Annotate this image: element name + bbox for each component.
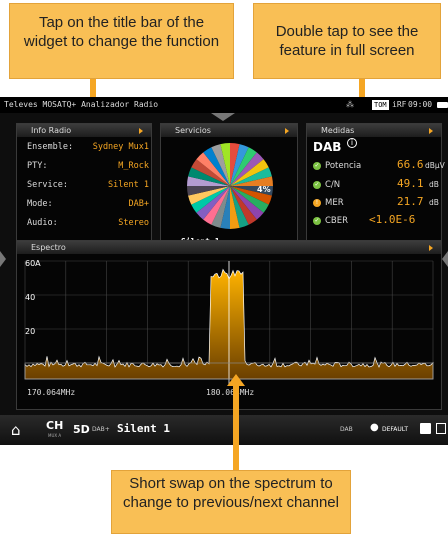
- measure-name: C/N: [325, 180, 341, 190]
- medidas-title-bar[interactable]: Medidas: [307, 124, 441, 137]
- percent-label: 4%: [257, 185, 271, 194]
- callout-title-bar: Tap on the title bar of the widget to ch…: [9, 3, 234, 79]
- info-row: Audio: Stereo: [27, 218, 151, 228]
- measure-name: Potencia: [325, 161, 362, 171]
- measure-value: 66.6: [397, 158, 424, 171]
- left-pull-tab[interactable]: [0, 251, 6, 267]
- home-icon[interactable]: ⌂: [11, 421, 21, 439]
- measure-name: MER: [325, 198, 344, 208]
- measure-name: CBER: [325, 216, 349, 226]
- servicios-panel[interactable]: Servicios 4% Silent 1: [160, 123, 298, 253]
- info-label: Service:: [27, 180, 68, 190]
- info-label: PTY:: [27, 161, 48, 171]
- tom-badge: TOM: [372, 100, 389, 110]
- battery-icon: [437, 102, 448, 108]
- channel-value[interactable]: 5D: [73, 423, 90, 436]
- info-icon[interactable]: i: [347, 138, 357, 148]
- ok-status-icon: ✓: [313, 161, 321, 170]
- info-value: DAB+: [128, 199, 149, 209]
- info-label: Mode:: [27, 199, 53, 209]
- app-title: Televes MOSATQ+ Analizador Radio: [4, 100, 159, 109]
- info-value: Stereo: [118, 218, 149, 228]
- info-value: Silent 1: [108, 180, 149, 190]
- measure-unit: dB: [429, 180, 439, 189]
- callout-arrow-spectrum: [233, 385, 239, 471]
- info-label: Audio:: [27, 218, 58, 228]
- device-screen: Televes MOSATQ+ Analizador Radio ⁂ TOM i…: [0, 97, 448, 445]
- measure-unit: dBµV: [425, 161, 445, 170]
- right-pull-tab[interactable]: [442, 251, 448, 267]
- title-arrow-icon: [429, 245, 433, 251]
- measure-value: 21.7: [397, 195, 424, 208]
- measure-value: <1.0E-6: [369, 213, 416, 226]
- services-pie-chart[interactable]: [161, 138, 299, 238]
- title-arrow-icon: [285, 128, 289, 134]
- measure-row: ✓ C/N: [313, 180, 340, 190]
- clock: 09:00: [408, 100, 433, 109]
- info-row: PTY: M_Rock: [27, 161, 151, 171]
- x-label-center: 180.064MHz: [206, 388, 255, 397]
- bottom-toolbar: ⌂ CH MUX A 5D DAB+ Silent 1 DAB ● DEFAUL…: [0, 415, 448, 445]
- medidas-panel[interactable]: Medidas DAB i ✓ Potencia 66.6 dBµV ✓ C/N 4…: [306, 123, 445, 253]
- status-bar: Televes MOSATQ+ Analizador Radio ⁂ TOM i…: [0, 97, 448, 113]
- service-name[interactable]: Silent 1: [117, 422, 170, 435]
- y-label-20: 20: [25, 327, 36, 336]
- user-icon[interactable]: ●: [370, 422, 379, 433]
- measure-value: 49.1: [397, 177, 424, 190]
- callout-spectrum: Short swap on the spectrum to change to …: [111, 470, 351, 534]
- menu-pull-tab[interactable]: [211, 113, 235, 121]
- ch-sub-label: MUX A: [48, 433, 62, 438]
- espectro-title: Espectro: [31, 243, 66, 252]
- ch-button[interactable]: CH: [46, 419, 63, 432]
- info-label: Ensemble:: [27, 142, 74, 152]
- x-label-left: 170.064MHz: [27, 388, 76, 397]
- measure-unit: dB: [429, 198, 439, 207]
- info-value: M_Rock: [118, 161, 149, 171]
- rf-label: iRF: [392, 100, 407, 109]
- info-row: Mode: DAB+: [27, 199, 151, 209]
- save-as-icon[interactable]: [436, 423, 446, 434]
- y-label-40: 40: [25, 293, 36, 302]
- info-row: Service: Silent 1: [27, 180, 151, 190]
- standard-badge: DAB+: [92, 426, 110, 433]
- title-arrow-icon: [139, 128, 143, 134]
- signal-icon: ⁂: [346, 100, 354, 109]
- ok-status-icon: ✓: [313, 180, 321, 189]
- espectro-title-bar[interactable]: Espectro: [17, 241, 441, 254]
- standard-label: DAB: [313, 140, 342, 154]
- info-radio-panel[interactable]: Info Radio Ensemble: Sydney Mux1 PTY: M_…: [16, 123, 152, 253]
- y-label-60: 60A: [25, 259, 41, 268]
- profile-label[interactable]: DEFAULT: [382, 426, 408, 433]
- servicios-title-bar[interactable]: Servicios: [161, 124, 297, 137]
- medidas-title: Medidas: [321, 126, 355, 135]
- info-radio-title-bar[interactable]: Info Radio: [17, 124, 151, 137]
- info-radio-title: Info Radio: [31, 126, 72, 135]
- warning-status-icon: !: [313, 198, 321, 207]
- measure-row: ✓ Potencia: [313, 161, 361, 171]
- save-icon[interactable]: [420, 423, 431, 434]
- info-value: Sydney Mux1: [92, 142, 149, 152]
- mode-label: DAB: [340, 426, 353, 433]
- callout-full-screen: Double tap to see the feature in full sc…: [253, 3, 441, 79]
- measure-row: ! MER: [313, 198, 344, 208]
- title-arrow-icon: [429, 128, 433, 134]
- servicios-title: Servicios: [175, 126, 211, 135]
- info-row: Ensemble: Sydney Mux1: [27, 142, 151, 152]
- ok-status-icon: ✓: [313, 216, 321, 225]
- measure-row: ✓ CBER: [313, 216, 348, 226]
